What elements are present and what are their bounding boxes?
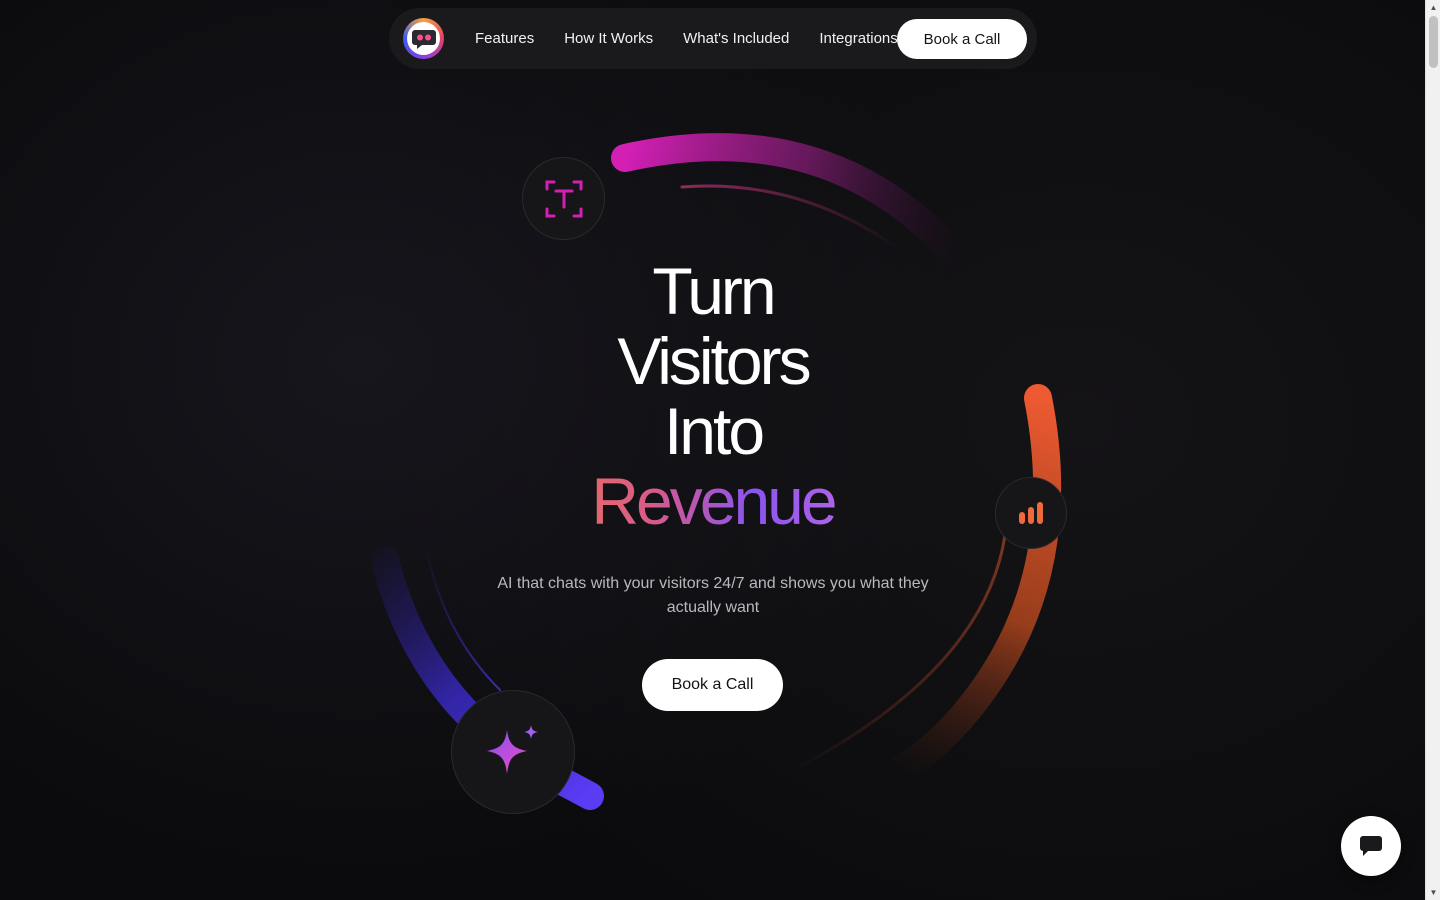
sparkle-icon [487, 725, 538, 774]
page-scrollbar[interactable]: ▲ ▼ [1425, 0, 1440, 900]
hero-title-line-2: Visitors [617, 324, 811, 398]
scrollbar-thumb[interactable] [1429, 16, 1438, 68]
scroll-down-arrow-icon[interactable]: ▼ [1429, 888, 1438, 897]
scroll-up-arrow-icon[interactable]: ▲ [1429, 3, 1438, 12]
nav-links: Features How It Works What's Included In… [475, 8, 928, 69]
brand-logo[interactable] [403, 18, 444, 59]
top-nav: Features How It Works What's Included In… [389, 8, 1037, 69]
chat-widget-button[interactable] [1341, 816, 1401, 876]
text-scan-icon [545, 180, 582, 217]
hero-book-call-button[interactable]: Book a Call [642, 659, 783, 711]
landing-page: Features How It Works What's Included In… [0, 0, 1425, 900]
chat-bubble-icon [1360, 836, 1382, 856]
nav-link-whats-included[interactable]: What's Included [683, 30, 789, 47]
hero-subtitle: AI that chats with your visitors 24/7 an… [497, 575, 929, 616]
magenta-arc [611, 133, 974, 274]
bar-chart-icon [1019, 502, 1043, 524]
nav-link-how-it-works[interactable]: How It Works [564, 30, 653, 47]
chart-badge [995, 477, 1067, 549]
nav-link-integrations[interactable]: Integrations [819, 30, 897, 47]
nav-book-call-button[interactable]: Book a Call [897, 19, 1027, 59]
hero-title-line-3: Into [663, 394, 765, 468]
orange-thin-arc [788, 533, 1007, 774]
hero-title: Turn Visitors Into Revenue [513, 256, 913, 536]
chatbot-logo-icon [407, 22, 440, 55]
hero-title-highlight: Revenue [513, 466, 913, 536]
hero-title-line-1: Turn [652, 254, 776, 328]
sparkle-badge [451, 690, 575, 814]
nav-link-features[interactable]: Features [475, 30, 534, 47]
text-badge [522, 157, 605, 240]
